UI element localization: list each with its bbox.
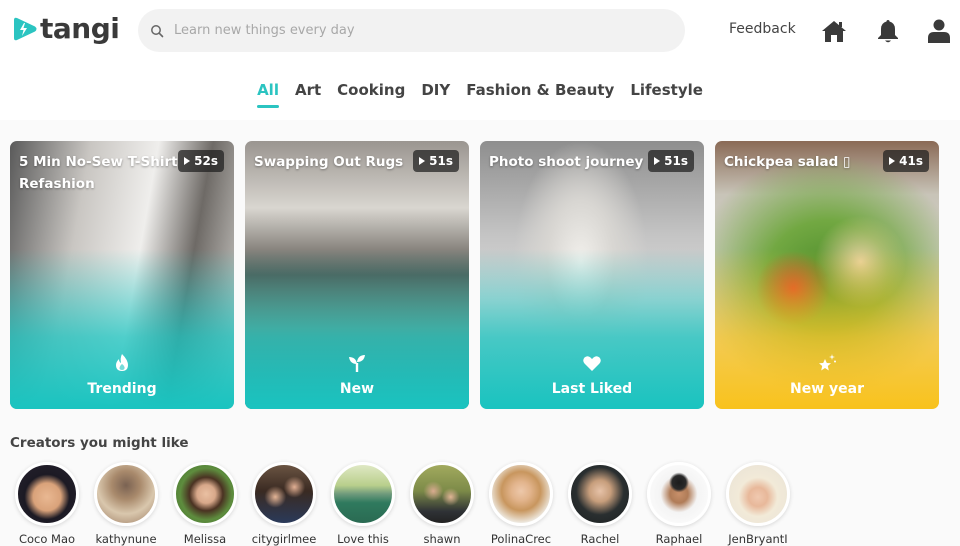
card-category-label: New [339, 381, 375, 397]
card-category-label: New year [790, 381, 864, 397]
play-icon [889, 157, 896, 165]
avatar[interactable] [647, 462, 711, 526]
card-title: Photo shoot journey [489, 154, 644, 170]
duration-badge: 52s [178, 150, 224, 172]
search-icon [151, 24, 164, 37]
creator-name[interactable]: JenBryantI [722, 532, 794, 546]
creators-list: Coco Mao kathynune Melissa citygirlmee L… [10, 462, 795, 546]
video-card-last-liked[interactable]: Photo shoot journey 51s Last Liked [480, 141, 704, 409]
top-header: tangi Feedback All Art Cooking DIY Fashi… [0, 0, 960, 120]
creator-name[interactable]: Raphael [643, 532, 715, 546]
search-bar[interactable] [138, 9, 685, 52]
tab-lifestyle[interactable]: Lifestyle [622, 80, 711, 108]
tab-all[interactable]: All [249, 80, 287, 108]
card-title: 5 Min No-Sew T-Shirt Refashion [19, 154, 178, 192]
creator-item[interactable]: Love this [326, 462, 400, 546]
creator-name[interactable]: shawn [406, 532, 478, 546]
creator-name[interactable]: citygirlmee [248, 532, 320, 546]
duration-badge: 41s [883, 150, 929, 172]
avatar[interactable] [252, 462, 316, 526]
search-input[interactable] [174, 23, 654, 38]
tab-fashion-beauty[interactable]: Fashion & Beauty [458, 80, 622, 108]
bell-icon[interactable] [874, 17, 902, 45]
user-icon[interactable] [925, 17, 953, 45]
tab-diy[interactable]: DIY [413, 80, 458, 108]
creator-item[interactable]: Raphael [642, 462, 716, 546]
sparkle-star-icon [819, 354, 836, 371]
tangi-logo[interactable]: tangi [10, 12, 120, 45]
creators-section-title: Creators you might like [10, 435, 189, 451]
creator-name[interactable]: Melissa [169, 532, 241, 546]
avatar[interactable] [94, 462, 158, 526]
creator-item[interactable]: kathynune [89, 462, 163, 546]
tab-art[interactable]: Art [287, 80, 329, 108]
fire-icon [116, 354, 128, 371]
creator-name[interactable]: kathynune [90, 532, 162, 546]
creator-item[interactable]: Coco Mao [10, 462, 84, 546]
card-category-label: Trending [87, 381, 157, 397]
play-icon [654, 157, 661, 165]
creator-name[interactable]: Coco Mao [11, 532, 83, 546]
home-icon[interactable] [820, 17, 848, 45]
logo-text: tangi [40, 12, 120, 45]
sprout-icon [349, 355, 365, 372]
tab-cooking[interactable]: Cooking [329, 80, 413, 108]
video-card-row: 5 Min No-Sew T-Shirt Refashion 52s Trend… [10, 141, 939, 409]
card-category-label: Last Liked [551, 381, 633, 397]
logo-play-bolt-icon [14, 17, 37, 41]
avatar[interactable] [15, 462, 79, 526]
avatar[interactable] [726, 462, 790, 526]
video-card-trending[interactable]: 5 Min No-Sew T-Shirt Refashion 52s Trend… [10, 141, 234, 409]
avatar[interactable] [410, 462, 474, 526]
creator-item[interactable]: JenBryantI [721, 462, 795, 546]
feedback-link[interactable]: Feedback [729, 21, 796, 37]
category-tabs: All Art Cooking DIY Fashion & Beauty Lif… [0, 80, 960, 108]
duration-badge: 51s [648, 150, 694, 172]
video-card-new[interactable]: Swapping Out Rugs 51s New [245, 141, 469, 409]
creator-item[interactable]: PolinaCrec [484, 462, 558, 546]
avatar[interactable] [331, 462, 395, 526]
creator-item[interactable]: Melissa [168, 462, 242, 546]
card-title: Swapping Out Rugs [254, 154, 404, 170]
card-title: Chickpea salad ▯ [724, 154, 851, 170]
avatar[interactable] [568, 462, 632, 526]
creator-item[interactable]: Rachel [563, 462, 637, 546]
play-icon [184, 157, 191, 165]
duration-badge: 51s [413, 150, 459, 172]
creator-item[interactable]: shawn [405, 462, 479, 546]
creator-name[interactable]: Love this [327, 532, 399, 546]
avatar[interactable] [489, 462, 553, 526]
video-card-new-year[interactable]: Chickpea salad ▯ 41s New year [715, 141, 939, 409]
play-icon [419, 157, 426, 165]
creator-name[interactable]: PolinaCrec [485, 532, 557, 546]
avatar[interactable] [173, 462, 237, 526]
creator-name[interactable]: Rachel [564, 532, 636, 546]
heart-icon [583, 356, 601, 371]
creator-item[interactable]: citygirlmee [247, 462, 321, 546]
